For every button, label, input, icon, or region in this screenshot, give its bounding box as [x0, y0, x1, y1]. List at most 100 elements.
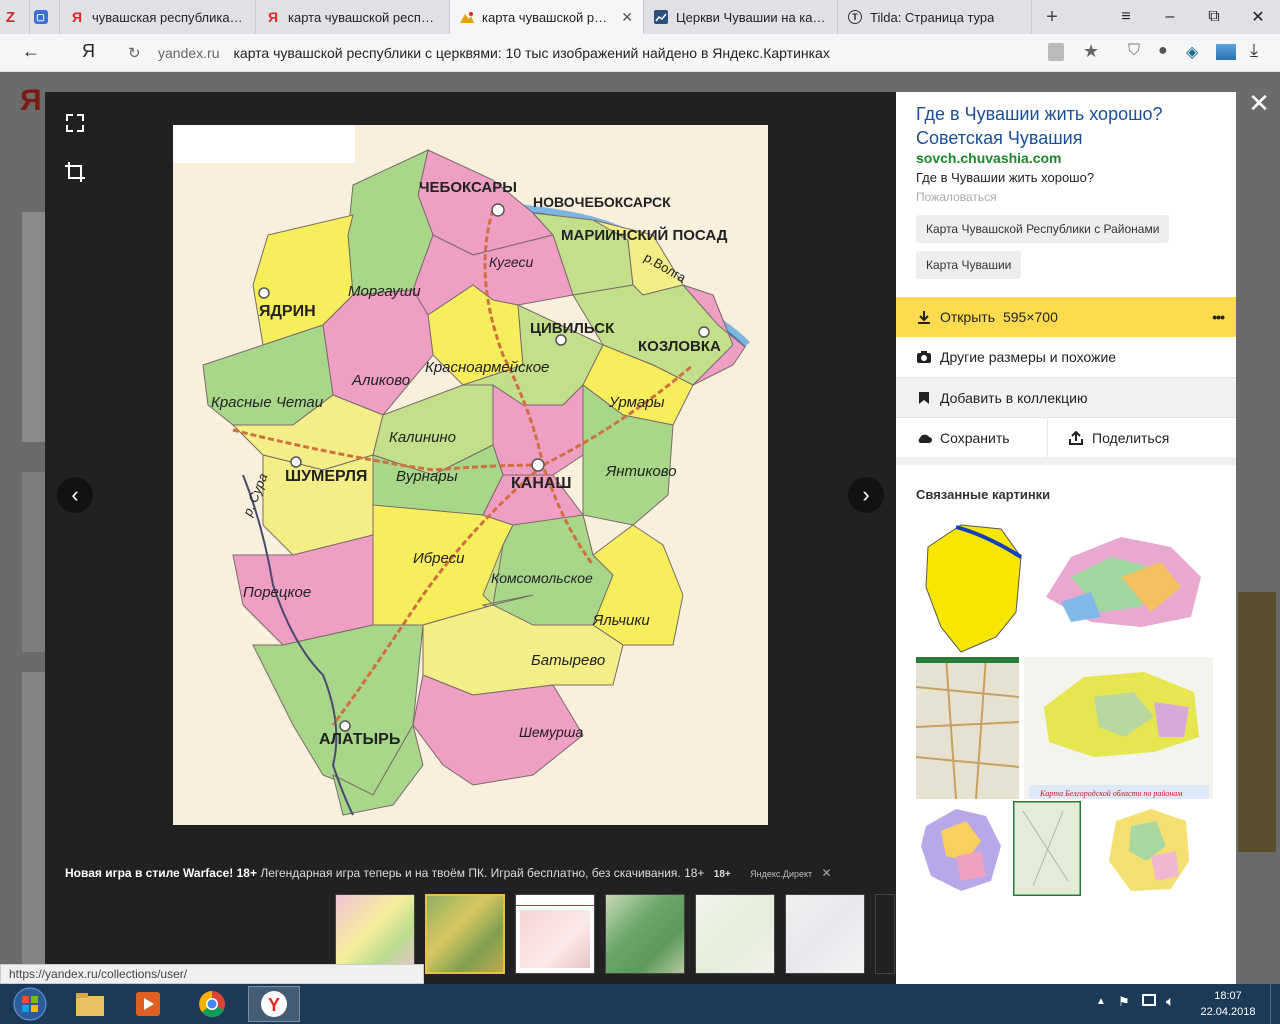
network-icon[interactable] [1142, 994, 1156, 1006]
svg-text:Y: Y [268, 995, 280, 1015]
ad-close-icon[interactable]: ✕ [822, 866, 832, 880]
tab-messages[interactable]: ▢ [30, 0, 60, 34]
volume-icon[interactable]: 🔈︎ [1166, 993, 1174, 1010]
chevron-right-icon: › [862, 482, 870, 507]
other-sizes-button[interactable]: Другие размеры и похожие [896, 337, 1236, 377]
lock-icon[interactable] [1048, 43, 1064, 61]
start-button[interactable] [4, 986, 56, 1022]
share-button[interactable]: Поделиться [1048, 417, 1236, 457]
extension-icon[interactable]: ◈ [1186, 42, 1198, 62]
map-label-novocheboksarsk: НОВОЧЕБОКСАРСК [533, 194, 671, 210]
tab-label: чувашская республика фо [92, 9, 245, 25]
more-icon[interactable]: ••• [1212, 309, 1225, 325]
other-sizes-label: Другие размеры и похожие [940, 349, 1117, 365]
tab-2[interactable]: Я карта чувашской республ [256, 0, 450, 34]
close-tab-icon[interactable]: ✕ [613, 9, 633, 26]
shield-icon[interactable]: ⛉ [1128, 42, 1140, 60]
share-label: Поделиться [1092, 429, 1170, 446]
image-icon[interactable] [1216, 44, 1236, 60]
related-image[interactable] [1031, 517, 1211, 652]
system-clock[interactable]: 18:07 22.04.2018 [1193, 988, 1263, 1020]
crop-button[interactable] [57, 154, 93, 190]
close-viewer-button[interactable]: ✕ [1246, 87, 1272, 118]
source-domain[interactable]: sovch.chuvashia.com [916, 150, 1062, 166]
save-button[interactable]: Сохранить [896, 417, 1048, 457]
taskbar-yandex-browser[interactable]: Y [248, 986, 300, 1022]
tag-chip[interactable]: Карта Чувашской Республики с Районами [916, 215, 1170, 243]
folder-icon [76, 993, 104, 1016]
restore-icon[interactable]: ⧉ [1192, 8, 1236, 26]
taskbar-media[interactable] [122, 986, 174, 1022]
url-field[interactable]: ↻ yandex.ru карта чувашской республики с… [120, 39, 1120, 67]
map-label-ibresi: Ибреси [413, 550, 465, 567]
open-button[interactable]: Открыть 595×700 ••• [896, 297, 1236, 337]
map-label-morgaushi: Моргауши [348, 283, 421, 300]
tray-up-arrow-icon[interactable]: ▲ [1096, 996, 1106, 1007]
info-panel: Где в Чувашии жить хорошо? Советская Чув… [896, 92, 1236, 984]
thumbnail[interactable] [335, 894, 415, 974]
map-label-kugesi: Кугеси [489, 254, 533, 270]
map-label-cheboksary: ЧЕБОКСАРЫ [419, 179, 517, 196]
add-collection-button[interactable]: Добавить в коллекцию [896, 377, 1236, 417]
yandex-logo[interactable]: Я [82, 41, 95, 62]
back-icon[interactable]: ← [22, 41, 40, 62]
tag-chip[interactable]: Карта Чувашии [916, 251, 1022, 279]
plus-icon: + [1046, 5, 1058, 28]
related-image[interactable] [1011, 799, 1083, 898]
main-image[interactable]: ЧЕБОКСАРЫ НОВОЧЕБОКСАРСК МАРИИНСКИЙ ПОСА… [173, 125, 768, 825]
related-image[interactable]: Карта Белгородской области по районам [1024, 657, 1213, 799]
taskbar-chrome[interactable] [186, 986, 238, 1022]
clock-date: 22.04.2018 [1200, 1006, 1256, 1018]
map-label-urmary: Урмары [608, 394, 665, 411]
map-label-shemursha: Шемурша [519, 724, 583, 740]
expand-icon [66, 114, 84, 132]
flag-icon[interactable]: ⚑ [1118, 994, 1130, 1010]
related-image[interactable] [916, 801, 1006, 896]
tab-zotero[interactable]: Z [0, 0, 30, 34]
crop-icon [65, 162, 85, 182]
next-image-button[interactable]: › [848, 477, 884, 513]
bulb-icon[interactable]: ● [1158, 42, 1168, 60]
tab-4[interactable]: Церкви Чувашии на карте [644, 0, 838, 34]
close-icon: ✕ [1248, 87, 1270, 118]
thumbnail[interactable] [515, 894, 595, 974]
tab-5[interactable]: T Tilda: Страница тура [838, 0, 1032, 34]
thumbnail-selected[interactable] [425, 894, 505, 974]
download-icon[interactable]: ⤓ [1250, 40, 1258, 61]
thumbnail[interactable] [785, 894, 865, 974]
reload-icon[interactable]: ↻ [128, 44, 141, 62]
clock-time: 18:07 [1214, 990, 1242, 1002]
fullscreen-button[interactable] [57, 105, 93, 141]
thumbnail[interactable] [695, 894, 775, 974]
thumbnail[interactable] [605, 894, 685, 974]
thumbnail[interactable] [875, 894, 895, 974]
source-title[interactable]: Где в Чувашии жить хорошо? Советская Чув… [916, 102, 1216, 150]
related-image[interactable] [915, 656, 1020, 800]
new-tab-button[interactable]: + [1032, 0, 1072, 34]
yandex-icon: Я [71, 9, 83, 25]
show-desktop-button[interactable] [1270, 984, 1280, 1024]
tab-active[interactable]: карта чувашской респу ✕ [450, 0, 644, 34]
prev-image-button[interactable]: ‹ [57, 477, 93, 513]
source-description: Где в Чувашии жить хорошо? [916, 170, 1095, 185]
menu-icon[interactable]: ≡ [1104, 8, 1148, 26]
media-player-icon [136, 992, 160, 1016]
ad-title[interactable]: Новая игра в стиле Warface! 18+ [65, 866, 257, 880]
close-window-icon[interactable]: ✕ [1236, 7, 1280, 27]
report-link[interactable]: Пожаловаться [916, 190, 997, 204]
thumbnail-strip [335, 894, 895, 974]
save-label: Сохранить [940, 429, 1010, 446]
url-title: карта чувашской республики с церквями: 1… [233, 45, 830, 61]
bg-card [1238, 592, 1276, 852]
open-label: Открыть [940, 309, 995, 325]
related-title: Связанные картинки [916, 487, 1051, 502]
tab-1[interactable]: Я чувашская республика фо [60, 0, 256, 34]
related-image[interactable] [916, 517, 1026, 657]
taskbar-explorer[interactable] [64, 986, 116, 1022]
star-icon[interactable]: ★ [1083, 41, 1099, 62]
taskbar: Y ▲ ⚑ 🔈︎ 18:07 22.04.2018 [0, 984, 1280, 1024]
status-url: https://yandex.ru/collections/user/ [0, 964, 424, 984]
related-image[interactable] [1101, 801, 1196, 896]
minimize-icon[interactable]: – [1148, 8, 1192, 26]
ad-line[interactable]: Новая игра в стиле Warface! 18+ Легендар… [65, 866, 895, 882]
